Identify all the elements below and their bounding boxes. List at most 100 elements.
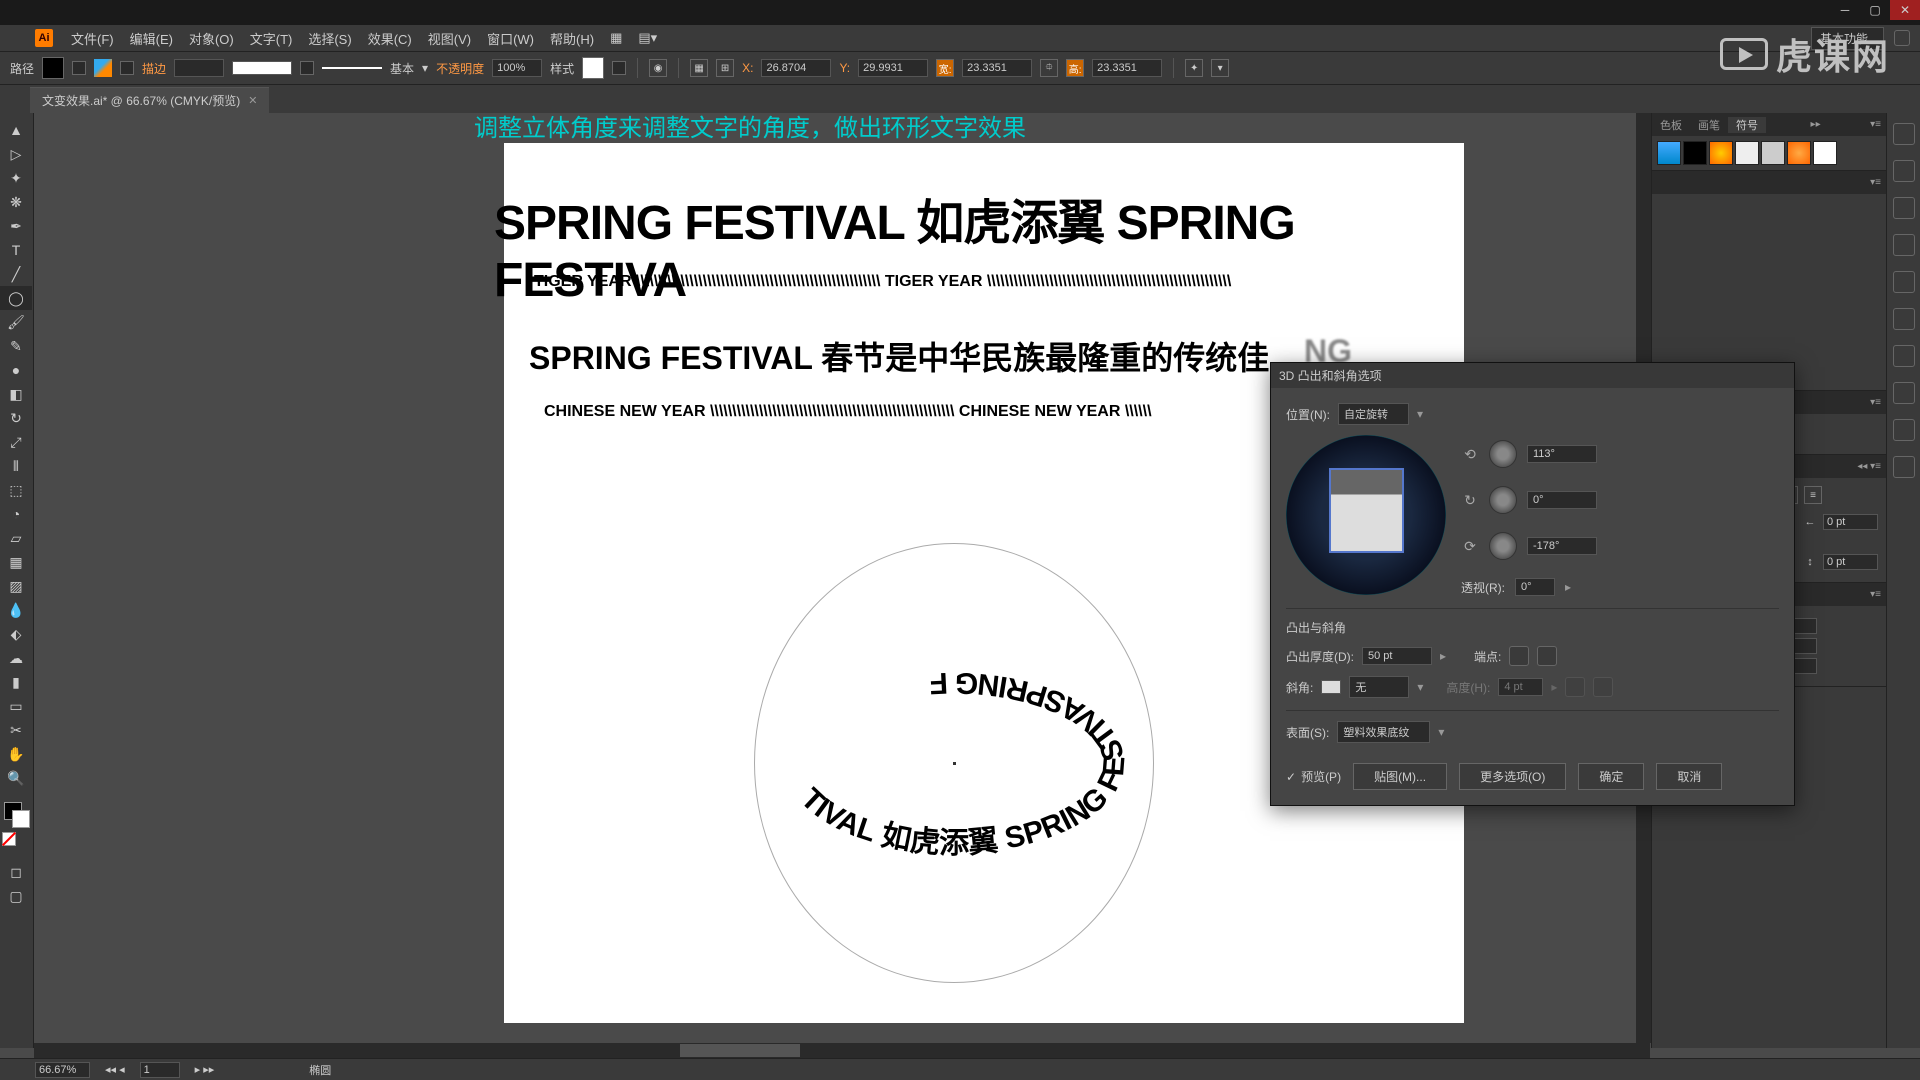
panel-menu-icon[interactable]: ▾≡: [1865, 397, 1886, 408]
type-tool[interactable]: T: [0, 238, 32, 262]
ring-text-object[interactable]: TIVAL 如虎添翼 SPRING FESTIVASPRING F: [754, 543, 1154, 983]
lasso-tool[interactable]: ❋: [0, 190, 32, 214]
zoom-tool[interactable]: 🔍: [0, 766, 32, 790]
symbol-tool[interactable]: ☁: [0, 646, 32, 670]
brush-stroke-preview[interactable]: [322, 67, 382, 69]
para-justify-3[interactable]: ≡: [1804, 486, 1822, 504]
surface-dropdown[interactable]: 塑料效果底纹: [1337, 721, 1430, 743]
artboard-nav[interactable]: ◂◂ ◂: [105, 1063, 125, 1076]
stroke-label[interactable]: 描边: [142, 60, 166, 77]
transform-icon[interactable]: ⊞: [716, 59, 734, 77]
stroke-style[interactable]: 基本: [390, 60, 414, 77]
bevel-dropdown[interactable]: 无: [1349, 676, 1409, 698]
opacity-input[interactable]: [492, 59, 542, 77]
slice-tool[interactable]: ✂: [0, 718, 32, 742]
blob-tool[interactable]: ●: [0, 358, 32, 382]
width-tool[interactable]: ⫴: [0, 454, 32, 478]
eraser-tool[interactable]: ◧: [0, 382, 32, 406]
search-icon[interactable]: [1894, 30, 1910, 46]
menu-object[interactable]: 对象(O): [181, 29, 242, 48]
menu-select[interactable]: 选择(S): [300, 29, 359, 48]
w-input[interactable]: [962, 59, 1032, 77]
menu-effect[interactable]: 效果(C): [360, 29, 420, 48]
artboard-nav-fwd[interactable]: ▸ ▸▸: [195, 1063, 215, 1076]
stroke-weight[interactable]: [174, 59, 224, 77]
line-tool[interactable]: ╱: [0, 262, 32, 286]
pencil-tool[interactable]: ✎: [0, 334, 32, 358]
rotate-x-input[interactable]: [1527, 445, 1597, 463]
blend-tool[interactable]: ⬖: [0, 622, 32, 646]
dock-icon[interactable]: [1893, 382, 1915, 404]
rotation-cube[interactable]: [1286, 435, 1446, 595]
3d-extrude-dialog[interactable]: 3D 凸出和斜角选项 位置(N): 自定旋转▾ ⟲ ↻ ⟳ 透视(R):▸ 凸出…: [1270, 362, 1795, 806]
dock-icon[interactable]: [1893, 345, 1915, 367]
cap-on-button[interactable]: [1509, 646, 1529, 666]
selection-tool[interactable]: ▲: [0, 118, 32, 142]
symbol-item[interactable]: [1787, 141, 1811, 165]
eyedropper-tool[interactable]: 💧: [0, 598, 32, 622]
panel-menu-icon[interactable]: ▾≡: [1865, 177, 1886, 188]
ellipse-tool[interactable]: ◯: [0, 286, 32, 310]
brush-dd[interactable]: [120, 61, 134, 75]
align-icon[interactable]: ▦: [690, 59, 708, 77]
fill-dd[interactable]: [72, 61, 86, 75]
direct-select-tool[interactable]: ▷: [0, 142, 32, 166]
panel-menu-icon[interactable]: ◂◂ ▾≡: [1852, 461, 1886, 472]
tab-symbols[interactable]: 符号: [1728, 117, 1766, 133]
position-dropdown[interactable]: 自定旋转: [1338, 403, 1409, 425]
stroke-preview[interactable]: [232, 61, 292, 75]
rotate-x-dial[interactable]: [1489, 440, 1517, 468]
style-swatch[interactable]: [582, 57, 604, 79]
color-picker[interactable]: [0, 800, 33, 830]
panel-menu-icon[interactable]: ▾≡: [1865, 589, 1886, 600]
recolor-icon[interactable]: ◉: [649, 59, 667, 77]
menu-window[interactable]: 窗口(W): [479, 29, 542, 48]
panel-menu-icon[interactable]: ▾≡: [1865, 119, 1886, 130]
map-button[interactable]: 贴图(M)...: [1353, 763, 1447, 790]
artboard-num[interactable]: [140, 1062, 180, 1078]
scale-tool[interactable]: ⤢: [0, 430, 32, 454]
cancel-button[interactable]: 取消: [1656, 763, 1722, 790]
menu-edit[interactable]: 编辑(E): [122, 29, 181, 48]
dock-icon[interactable]: [1893, 197, 1915, 219]
menu-help[interactable]: 帮助(H): [542, 29, 602, 48]
tab-close-icon[interactable]: ✕: [248, 94, 257, 107]
close-button[interactable]: ✕: [1890, 0, 1920, 20]
symbol-item[interactable]: [1735, 141, 1759, 165]
symbol-item[interactable]: [1709, 141, 1733, 165]
rotate-y-input[interactable]: [1527, 491, 1597, 509]
tab-brushes[interactable]: 画笔: [1690, 117, 1728, 133]
dialog-titlebar[interactable]: 3D 凸出和斜角选项: [1271, 363, 1794, 388]
tab-color[interactable]: 色板: [1652, 117, 1690, 133]
graph-tool[interactable]: ▮: [0, 670, 32, 694]
menu-arrange-icon[interactable]: ▤▾: [630, 30, 665, 46]
rotate-y-dial[interactable]: [1489, 486, 1517, 514]
shape-builder-tool[interactable]: ◔: [0, 502, 32, 526]
brush-tool[interactable]: 🖌: [0, 310, 32, 334]
minimize-button[interactable]: ─: [1830, 0, 1860, 20]
screen-mode[interactable]: ▢: [0, 884, 32, 908]
no-color[interactable]: [2, 832, 16, 846]
text-line-2[interactable]: TIGER YEAR \\\\\\\\\\\\\\\\\\\\\\\\\\\\\…: [534, 273, 1231, 291]
perspective-input[interactable]: [1515, 578, 1555, 596]
free-transform-tool[interactable]: ⬚: [0, 478, 32, 502]
symbol-item[interactable]: [1813, 141, 1837, 165]
draw-mode[interactable]: ◻: [0, 860, 32, 884]
opacity-label[interactable]: 不透明度: [436, 60, 484, 77]
menu-type[interactable]: 文字(T): [242, 29, 301, 48]
dock-icon[interactable]: [1893, 123, 1915, 145]
symbol-item[interactable]: [1761, 141, 1785, 165]
document-tab[interactable]: 文变效果.ai* @ 66.67% (CMYK/预览) ✕: [30, 87, 269, 113]
wand-tool[interactable]: ✦: [0, 166, 32, 190]
perspective-tool[interactable]: ▱: [0, 526, 32, 550]
y-input[interactable]: [858, 59, 928, 77]
text-line-3[interactable]: SPRING FESTIVAL 春节是中华民族最隆重的传统佳: [529, 333, 1269, 379]
ok-button[interactable]: 确定: [1578, 763, 1644, 790]
menu-view[interactable]: 视图(V): [420, 29, 479, 48]
artboard-tool[interactable]: ▭: [0, 694, 32, 718]
pen-tool[interactable]: ✒: [0, 214, 32, 238]
background-color[interactable]: [12, 810, 30, 828]
more-icon[interactable]: ▾: [1211, 59, 1229, 77]
menu-file[interactable]: 文件(F): [63, 29, 122, 48]
indent-right[interactable]: [1823, 514, 1878, 530]
